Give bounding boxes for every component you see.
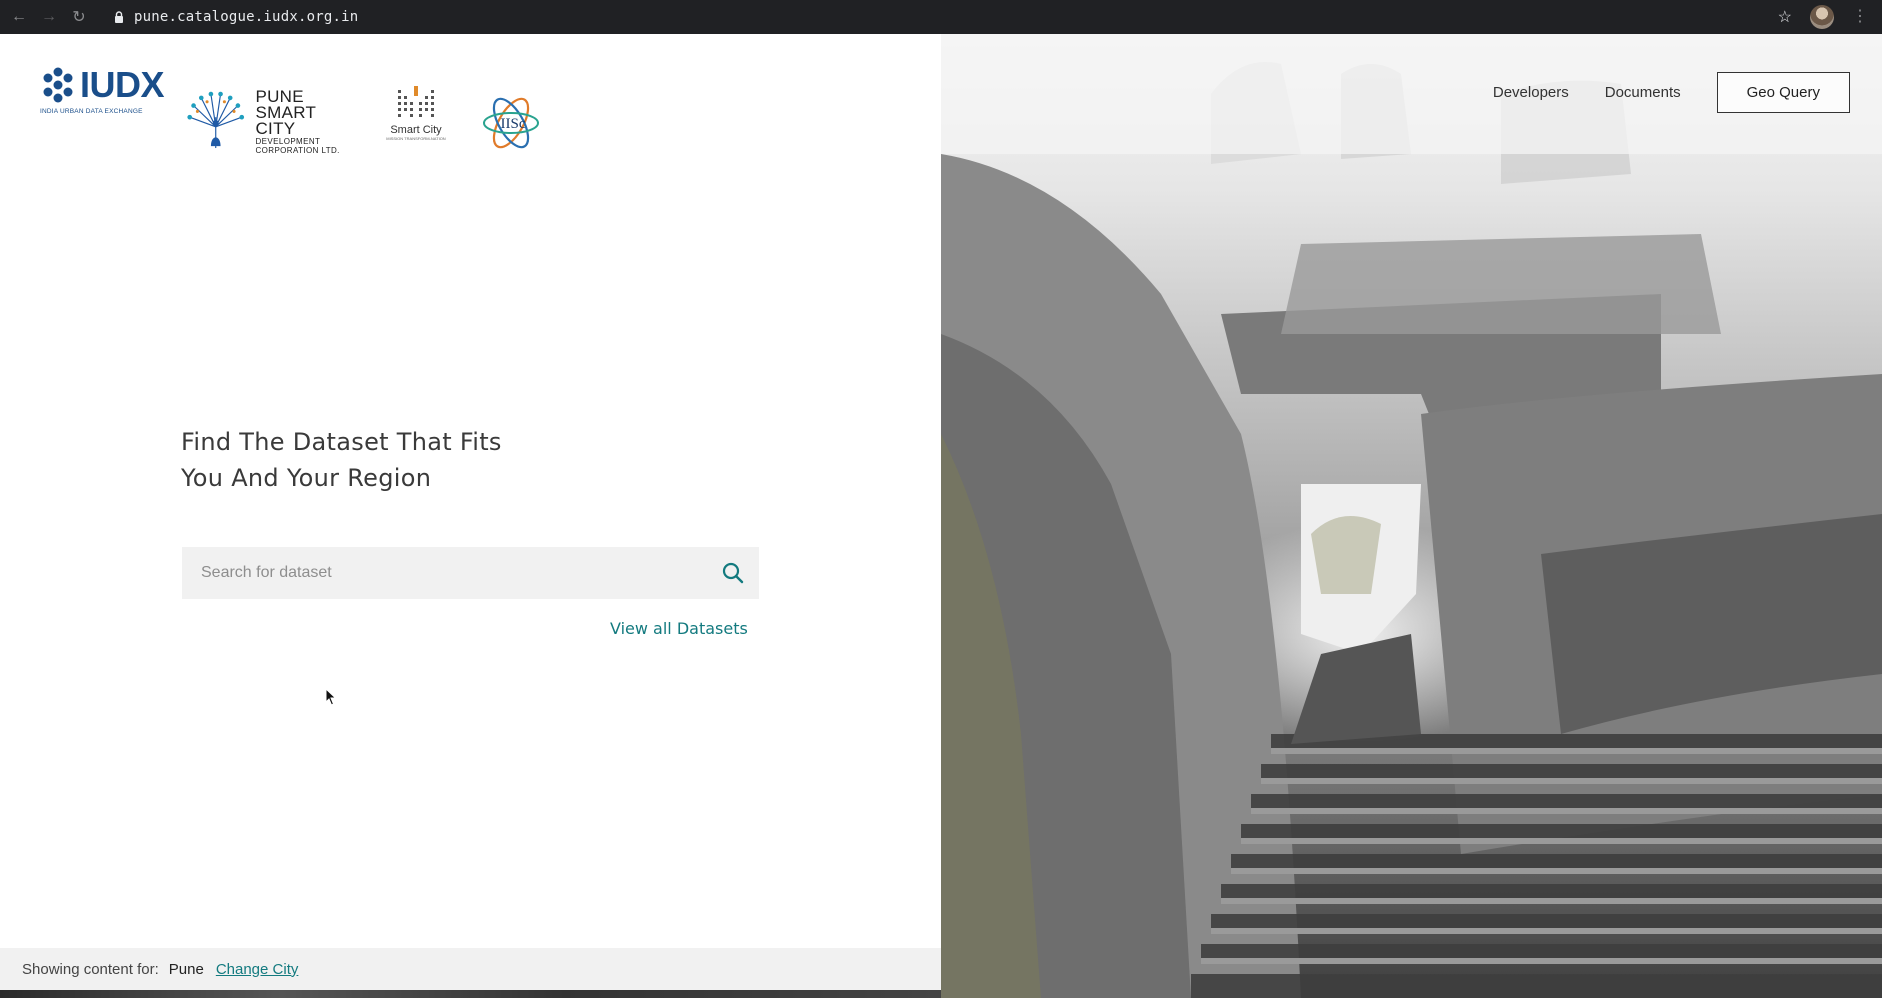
iisc-emblem-icon: IISc [483, 97, 539, 149]
hero-image: Developers Documents Geo Query [941, 34, 1882, 998]
iisc-logo[interactable]: IISc [480, 88, 544, 158]
iisc-label: IISc [501, 116, 526, 132]
bookmark-star-icon[interactable]: ☆ [1778, 7, 1792, 27]
bottom-strip [0, 990, 941, 998]
iudx-logo[interactable]: IUDX INDIA URBAN DATA EXCHANGE [40, 64, 165, 148]
search-icon[interactable] [707, 547, 759, 599]
smart-city-label: Smart City [390, 124, 442, 136]
showing-content-label: Showing content for: [22, 960, 159, 978]
hero-title: Find The Dataset That Fits You And Your … [181, 424, 581, 496]
smart-city-tagline: MISSION TRANSFORM-NATION [386, 136, 446, 141]
more-menu-icon[interactable]: ⋮ [1852, 9, 1868, 25]
pune-subtitle-1: DEVELOPMENT [255, 137, 321, 146]
profile-avatar[interactable] [1810, 5, 1834, 29]
hero-title-line-2: You And Your Region [181, 464, 432, 492]
search-input[interactable] [182, 547, 707, 599]
page: IUDX INDIA URBAN DATA EXCHANGE PUNE SMAR… [0, 34, 1882, 998]
view-all-datasets-link[interactable]: View all Datasets [610, 619, 748, 638]
peacock-icon [187, 91, 245, 149]
hero-title-line-1: Find The Dataset That Fits [181, 428, 502, 456]
geo-query-button[interactable]: Geo Query [1716, 72, 1850, 113]
iudx-tagline: INDIA URBAN DATA EXCHANGE [40, 108, 143, 115]
pune-subtitle-2: CORPORATION LTD. [255, 146, 340, 155]
browser-toolbar: ← → ↻ pune.catalogue.iudx.org.in ☆ ⋮ [0, 0, 1882, 34]
top-nav: Developers Documents Geo Query [1457, 72, 1850, 113]
search-bar [182, 547, 759, 599]
back-icon[interactable]: ← [8, 6, 30, 28]
forward-icon[interactable]: → [38, 6, 60, 28]
change-city-link[interactable]: Change City [216, 961, 299, 978]
current-city: Pune [168, 960, 204, 978]
reload-icon[interactable]: ↻ [68, 6, 90, 28]
pune-smart-city-logo[interactable]: PUNE SMART CITY DEVELOPMENT CORPORATION … [182, 86, 357, 158]
smart-city-dots-icon [398, 86, 434, 117]
nav-documents[interactable]: Documents [1605, 84, 1681, 101]
iudx-hex-icon [43, 67, 73, 103]
nav-developers[interactable]: Developers [1493, 84, 1569, 101]
smart-city-title: SMART CITY [255, 103, 316, 138]
lock-icon [112, 10, 126, 24]
mouse-cursor-icon [325, 687, 337, 711]
iudx-wordmark: IUDX [80, 64, 165, 105]
fort-illustration [941, 34, 1882, 998]
address-bar[interactable]: pune.catalogue.iudx.org.in [134, 9, 358, 25]
smart-city-mission-logo[interactable]: Smart City MISSION TRANSFORM-NATION [380, 86, 452, 156]
city-footer-bar: Showing content for: Pune Change City [0, 948, 941, 990]
left-pane: IUDX INDIA URBAN DATA EXCHANGE PUNE SMAR… [0, 34, 941, 998]
